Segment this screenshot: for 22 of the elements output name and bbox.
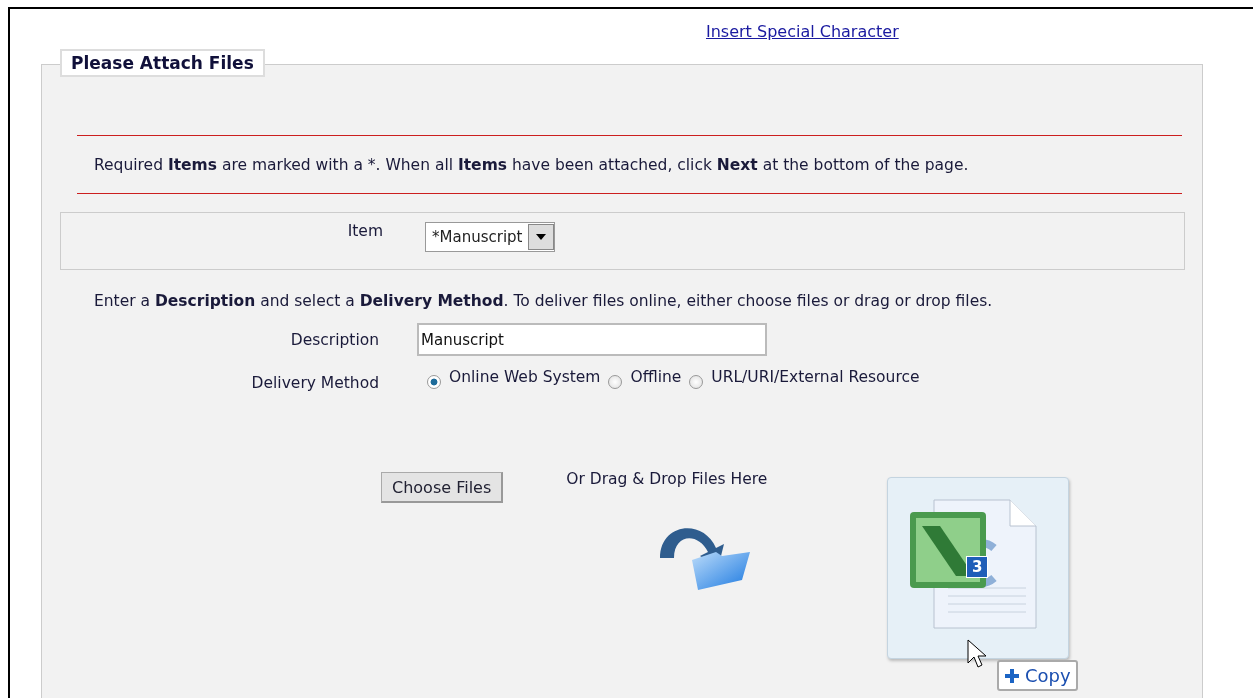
radio-label: Online Web System — [449, 368, 601, 386]
delivery-method-label: Delivery Method — [250, 374, 379, 392]
instructions-text: Enter a Description and select a Delivery Method. To deliver files online, either choose files or drag or drop files. — [94, 292, 993, 310]
drop-hint: Or Drag & Drop Files Here — [566, 470, 768, 488]
dropdown-caret-icon — [536, 234, 547, 240]
radio-button[interactable] — [608, 375, 623, 389]
radio-button[interactable] — [689, 375, 704, 389]
required-notice: Required Items are marked with a *. When all Items have been attached, click Next at the bottom of the page. — [94, 156, 969, 174]
radio-label: Offline — [630, 368, 682, 386]
radio-label: URL/URI/External Resource — [711, 368, 920, 386]
description-label: Description — [289, 330, 379, 349]
item-label: Item — [346, 222, 383, 240]
description-field[interactable]: Manuscript — [417, 323, 767, 356]
copy-label: Copy — [1025, 665, 1071, 686]
choose-files-button[interactable]: Choose Files — [381, 472, 504, 503]
file-count-badge: 3 — [966, 556, 989, 578]
insert-special-character-link[interactable]: Insert Special Character — [706, 21, 899, 41]
item-select[interactable]: *Manuscript — [425, 222, 556, 252]
mouse-pointer-icon — [967, 639, 987, 669]
plus-icon — [1004, 667, 1020, 684]
radio-button[interactable] — [427, 375, 441, 389]
panel-legend: Please Attach Files — [60, 49, 265, 77]
